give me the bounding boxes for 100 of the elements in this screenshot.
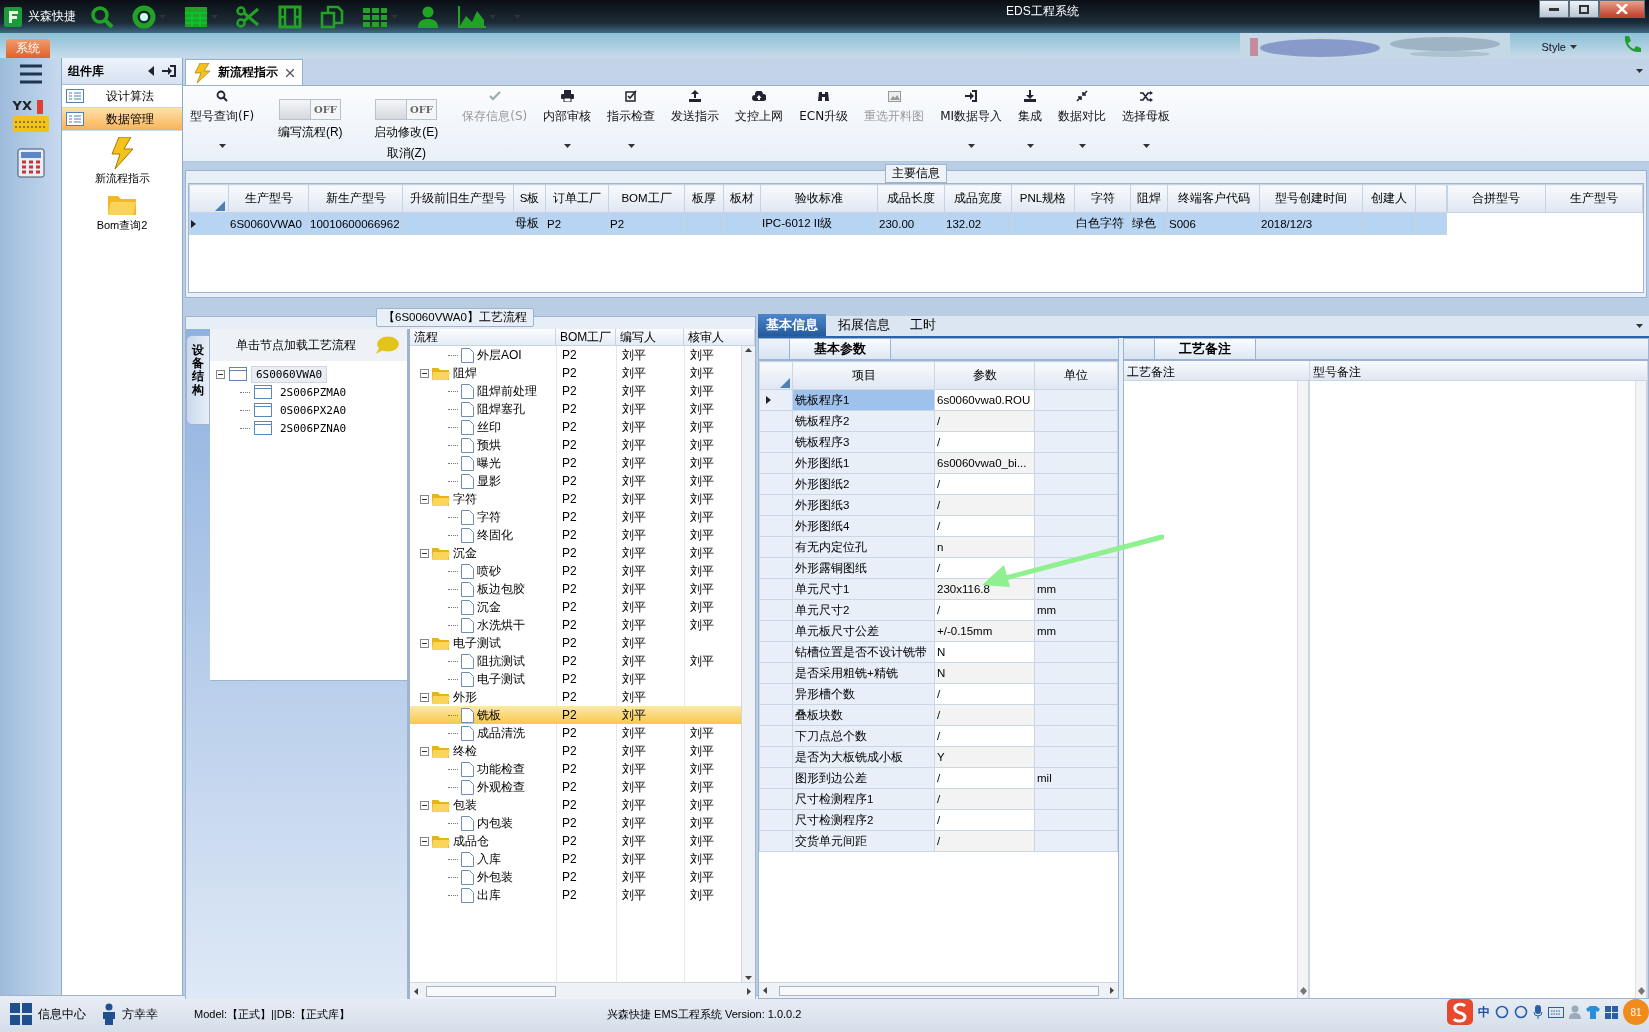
column-header[interactable]: 成品长度: [877, 184, 945, 213]
tree-row[interactable]: 沉金 P2 刘平 刘平: [410, 598, 741, 616]
toolbar-button[interactable]: 数据对比: [1055, 90, 1110, 156]
tree-label[interactable]: 水洗烘干: [477, 616, 525, 634]
column-header[interactable]: BOM工厂: [608, 184, 685, 213]
tree-row[interactable]: 内包装 P2 刘平 刘平: [410, 814, 741, 832]
tree-label[interactable]: 成品仓: [453, 832, 489, 850]
tree-label[interactable]: 包装: [453, 796, 477, 814]
minimize-button[interactable]: [1539, 0, 1569, 18]
style-menu[interactable]: Style: [1541, 41, 1577, 53]
scissors-icon[interactable]: [236, 4, 260, 29]
toolbar-button[interactable]: 型号查询(F): [187, 90, 258, 156]
tree-label[interactable]: 喷砂: [477, 562, 501, 580]
scroll-bar[interactable]: [1635, 381, 1647, 998]
emoji-icon[interactable]: [1514, 1005, 1528, 1019]
tree-label[interactable]: 出库: [477, 886, 501, 904]
tree-label[interactable]: 外层AOI: [477, 346, 522, 364]
tree-row[interactable]: 阻焊塞孔 P2 刘平 刘平: [410, 400, 741, 418]
scroll-up-icon[interactable]: [745, 348, 752, 352]
tree-row[interactable]: 阻焊前处理 P2 刘平 刘平: [410, 382, 741, 400]
column-header[interactable]: 型号创建时间: [1259, 184, 1363, 213]
tree-row[interactable]: 字符 P2 刘平 刘平: [410, 508, 741, 526]
tree-row[interactable]: 铣板 P2 刘平: [410, 706, 741, 724]
tree-row[interactable]: 板边包胶 P2 刘平 刘平: [410, 580, 741, 598]
column-header[interactable]: S板: [513, 184, 546, 213]
tree-label[interactable]: 终检: [453, 742, 477, 760]
tree-label[interactable]: 电子测试: [453, 634, 501, 652]
tree-row[interactable]: 包装 P2 刘平 刘平: [410, 796, 741, 814]
tree-row[interactable]: 丝印 P2 刘平 刘平: [410, 418, 741, 436]
tree-row[interactable]: 电子测试 P2 刘平: [410, 670, 741, 688]
copy-icon[interactable]: [320, 4, 344, 29]
column-header[interactable]: 参数: [934, 361, 1035, 390]
tree-label[interactable]: 6S0060VWA0: [251, 365, 328, 383]
scroll-bar[interactable]: [1297, 381, 1309, 998]
tab[interactable]: 工时: [902, 314, 944, 336]
tree-row[interactable]: 阻抗测试 P2 刘平 刘平: [410, 652, 741, 670]
microphone-icon[interactable]: [1533, 1005, 1543, 1019]
sidebar-item[interactable]: 数据管理: [62, 108, 182, 131]
tree-label[interactable]: 沉金: [453, 544, 477, 562]
tree-row[interactable]: 字符 P2 刘平 刘平: [410, 490, 741, 508]
tree-label[interactable]: 2S006PZMA0: [276, 384, 351, 400]
scroll-bar[interactable]: [759, 982, 1118, 998]
close-button[interactable]: [1599, 0, 1645, 18]
tab[interactable]: 基本信息: [758, 314, 826, 336]
tree-row[interactable]: 阻焊 P2 刘平 刘平: [410, 364, 741, 382]
select-all-icon[interactable]: [215, 200, 225, 211]
toolbar-button[interactable]: 文控上网: [732, 90, 787, 156]
tree-label[interactable]: 阻焊前处理: [477, 382, 537, 400]
apps-icon[interactable]: [1605, 1005, 1618, 1019]
column-header[interactable]: PNL规格: [1011, 184, 1075, 213]
tree-label[interactable]: 显影: [477, 472, 501, 490]
column-header[interactable]: 终端客户代码: [1167, 184, 1260, 213]
toolbar-button[interactable]: 集成: [1015, 90, 1046, 156]
launcher-label[interactable]: Bom查询2: [96, 218, 148, 233]
search-icon[interactable]: [90, 4, 114, 29]
toolbar-button[interactable]: ECN升级: [796, 90, 852, 156]
tree-label[interactable]: 阻焊: [453, 364, 477, 382]
area-chart-icon[interactable]: [458, 5, 486, 28]
toggle-switch[interactable]: OFF: [279, 99, 342, 120]
table-row[interactable]: 下刀点总个数 /: [759, 725, 1118, 747]
tree-row[interactable]: 喷砂 P2 刘平 刘平: [410, 562, 741, 580]
collapse-arrow-icon[interactable]: [148, 66, 154, 76]
toolbar-button[interactable]: 指示检查: [604, 90, 659, 156]
lightning-icon[interactable]: [109, 137, 135, 169]
tree-row[interactable]: 终检 P2 刘平 刘平: [410, 742, 741, 760]
table-row[interactable]: 是否为大板铣成小板 Y: [759, 746, 1118, 768]
tree-label[interactable]: 功能检查: [477, 760, 525, 778]
table-row[interactable]: 单元尺寸1 230x116.8 mm: [759, 578, 1118, 600]
launcher-label[interactable]: 新流程指示: [94, 171, 150, 186]
panel-tab[interactable]: 基本参数: [789, 338, 891, 359]
tree-label[interactable]: 沉金: [477, 598, 501, 616]
table-row[interactable]: 钻槽位置是否不设计铣带 N: [759, 641, 1118, 663]
column-header[interactable]: 编写人: [616, 329, 684, 345]
sign-in-icon[interactable]: [162, 65, 176, 77]
table-row[interactable]: 铣板程序1 6s0060vwa0.ROU: [759, 389, 1118, 411]
tree-row[interactable]: 入库 P2 刘平 刘平: [410, 850, 741, 868]
table-row[interactable]: 铣板程序3 /: [759, 431, 1118, 453]
column-header[interactable]: 验收标准: [760, 184, 878, 213]
ime-logo-icon[interactable]: [1447, 999, 1473, 1025]
grid-icon[interactable]: [10, 1003, 32, 1025]
tree-label[interactable]: 丝印: [477, 418, 501, 436]
tree-row[interactable]: 外形 P2 刘平: [410, 688, 741, 706]
tree-row[interactable]: 沉金 P2 刘平 刘平: [410, 544, 741, 562]
shirt-icon[interactable]: [1586, 1005, 1600, 1019]
grid-icon[interactable]: [362, 6, 388, 27]
tree-row[interactable]: 电子测试 P2 刘平: [410, 634, 741, 652]
film-icon[interactable]: [278, 4, 302, 29]
expand-toggle[interactable]: [420, 800, 429, 810]
table-row[interactable]: 铣板程序2 /: [759, 410, 1118, 432]
column-header[interactable]: 新生产型号: [308, 184, 403, 213]
ime-mode[interactable]: 中: [1478, 1003, 1490, 1021]
table-row[interactable]: 外形图纸2 /: [759, 473, 1118, 495]
tree-row[interactable]: 显影 P2 刘平 刘平: [410, 472, 741, 490]
column-header[interactable]: 生产型号: [1545, 184, 1643, 213]
column-header[interactable]: 订单工厂: [545, 184, 609, 213]
tree-row[interactable]: 成品仓 P2 刘平 刘平: [410, 832, 741, 850]
tree-row[interactable]: 外观检查 P2 刘平 刘平: [410, 778, 741, 796]
column-header[interactable]: BOM工厂: [556, 329, 616, 345]
column-header[interactable]: 成品宽度: [944, 184, 1012, 213]
column-header[interactable]: 生产型号: [228, 184, 309, 213]
